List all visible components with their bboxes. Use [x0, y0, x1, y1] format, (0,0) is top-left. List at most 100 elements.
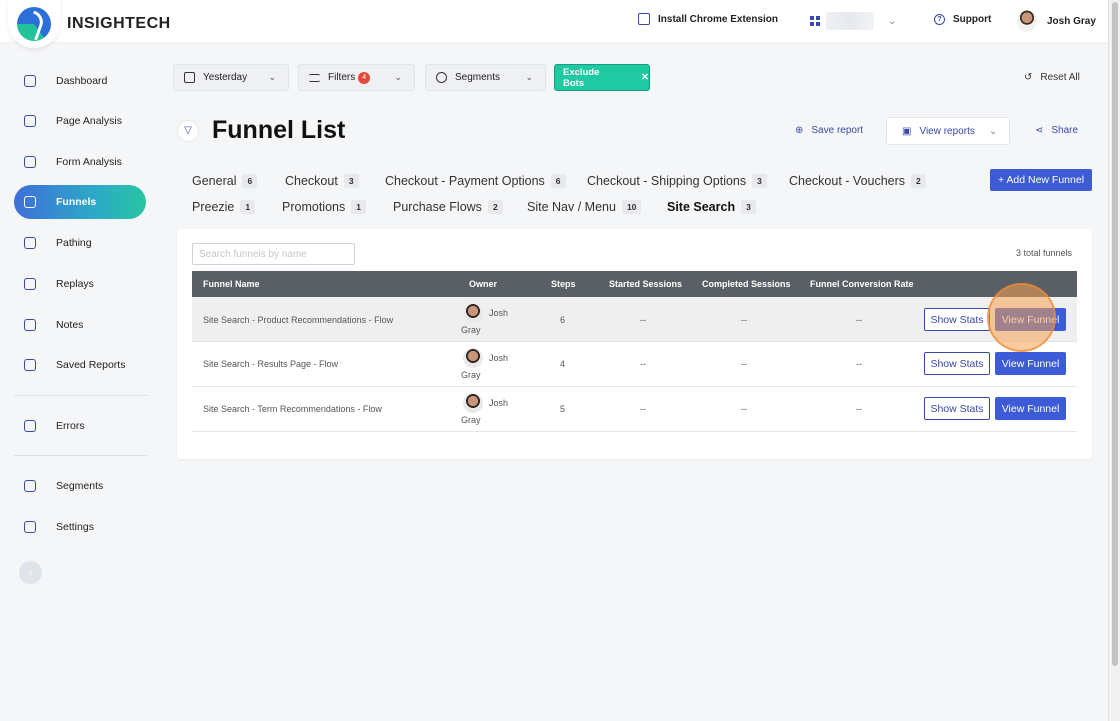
sidebar-item-dashboard[interactable]: Dashboard — [14, 64, 146, 98]
segments-dropdown[interactable]: Segments ⌄ — [425, 64, 546, 91]
table-row[interactable]: Site Search - Term Recommendations - Flo… — [192, 387, 1077, 432]
view-funnel-button[interactable]: View Funnel — [995, 397, 1066, 420]
show-stats-button[interactable]: Show Stats — [924, 397, 990, 420]
chevron-down-icon: ⌄ — [268, 72, 276, 82]
replays-icon — [24, 278, 36, 290]
sidebar-item-settings[interactable]: Settings — [14, 510, 146, 544]
show-stats-button[interactable]: Show Stats — [924, 308, 990, 331]
tab-general[interactable]: General 6 — [192, 174, 258, 188]
conversion-rate-value: -- — [856, 404, 862, 414]
tab-site-nav-menu[interactable]: Site Nav / Menu 10 — [527, 200, 642, 214]
show-stats-button[interactable]: Show Stats — [924, 352, 990, 375]
filter-icon — [309, 73, 320, 82]
sidebar-item-segments[interactable]: Segments — [14, 469, 146, 503]
bug-icon — [24, 420, 36, 432]
brand-name: INSIGHTECH — [67, 15, 171, 32]
column-header[interactable]: Owner — [469, 279, 497, 289]
sidebar-item-replays[interactable]: Replays — [14, 267, 146, 301]
view-funnel-button[interactable]: View Funnel — [995, 352, 1066, 375]
tab-promotions[interactable]: Promotions 1 — [282, 200, 366, 214]
chevron-down-icon: ⌄ — [888, 15, 897, 27]
chevron-down-icon: ⌄ — [394, 72, 402, 82]
tab-purchase-flows[interactable]: Purchase Flows 2 — [393, 200, 503, 214]
sidebar-item-funnels[interactable]: Funnels — [14, 185, 146, 219]
table-row[interactable]: Site Search - Product Recommendations - … — [192, 297, 1077, 342]
settings-icon — [24, 521, 36, 533]
date-range-selector[interactable]: Yesterday ⌄ — [173, 64, 289, 91]
tab-label: Site Nav / Menu — [527, 200, 616, 214]
filters-dropdown[interactable]: Filters 4 ⌄ — [298, 64, 415, 91]
sidebar-item-pathing[interactable]: Pathing — [14, 226, 146, 260]
column-header[interactable]: Steps — [551, 279, 576, 289]
save-report-button[interactable]: ⊕ Save report — [795, 125, 863, 136]
owner-first-name: Josh — [489, 308, 509, 318]
tab-count: 3 — [752, 174, 767, 188]
tab-label: Promotions — [282, 200, 346, 214]
tab-preezie[interactable]: Preezie 1 — [192, 200, 256, 214]
reset-icon: ↺ — [1024, 72, 1033, 83]
reset-all-button[interactable]: ↺ Reset All — [1024, 72, 1080, 83]
sidebar-item-form-analysis[interactable]: Form Analysis — [14, 145, 146, 179]
owner-last-name: Gray — [461, 415, 481, 425]
sidebar-item-label: Saved Reports — [56, 359, 126, 371]
column-header[interactable]: Funnel Name — [203, 279, 260, 289]
tab-count: 6 — [550, 174, 566, 188]
tab-checkout-payment-options[interactable]: Checkout - Payment Options 6 — [385, 174, 566, 188]
close-icon[interactable]: ✕ — [641, 72, 649, 83]
column-header[interactable]: Started Sessions — [609, 279, 682, 289]
steps-value: 4 — [560, 359, 566, 369]
tab-checkout-shipping-options[interactable]: Checkout - Shipping Options 3 — [587, 174, 767, 188]
tab-label: Preezie — [192, 200, 235, 214]
logo[interactable] — [8, 0, 60, 48]
column-header[interactable]: Completed Sessions — [702, 279, 791, 289]
puzzle-icon — [638, 13, 650, 25]
page-scrollbar[interactable] — [1108, 0, 1120, 721]
view-funnel-button[interactable]: View Funnel — [995, 308, 1066, 331]
owner-first-name: Josh — [489, 398, 509, 408]
install-extension-label: Install Chrome Extension — [658, 13, 779, 25]
share-label: Share — [1051, 125, 1079, 136]
total-funnels-count: 3 total funnels — [1016, 248, 1073, 258]
logo-icon — [17, 7, 51, 41]
conversion-rate-value: -- — [856, 359, 862, 369]
completed-sessions-value: -- — [741, 315, 747, 325]
funnel-name[interactable]: Site Search - Product Recommendations - … — [203, 315, 393, 325]
add-new-funnel-button[interactable]: + Add New Funnel — [990, 169, 1092, 191]
install-extension-link[interactable]: Install Chrome Extension — [638, 13, 778, 25]
sidebar-item-label: Form Analysis — [56, 156, 122, 168]
sidebar-item-page-analysis[interactable]: Page Analysis — [14, 104, 146, 138]
table-row[interactable]: Site Search - Results Page - Flow Josh G… — [192, 342, 1077, 387]
search-funnels-input[interactable] — [192, 243, 355, 265]
reset-all-label: Reset All — [1040, 72, 1080, 83]
sidebar-item-notes[interactable]: Notes — [14, 308, 146, 342]
owner-last-name: Gray — [461, 325, 481, 335]
filters-count-badge: 4 — [358, 71, 371, 84]
sidebar-item-errors[interactable]: Errors — [14, 409, 146, 443]
sidebar-item-saved-reports[interactable]: Saved Reports — [14, 348, 146, 382]
scroll-thumb[interactable] — [1112, 2, 1118, 666]
collapse-sidebar-button[interactable]: ‹ — [19, 561, 42, 584]
tab-site-search[interactable]: Site Search 3 — [667, 200, 756, 214]
tab-label: Purchase Flows — [393, 200, 482, 214]
share-button[interactable]: ⋖ Share — [1035, 125, 1078, 136]
started-sessions-value: -- — [640, 315, 646, 325]
funnel-name[interactable]: Site Search - Term Recommendations - Flo… — [203, 404, 382, 414]
tab-count: 6 — [242, 174, 258, 188]
plus-circle-icon: ⊕ — [795, 125, 804, 136]
tab-checkout-vouchers[interactable]: Checkout - Vouchers 2 — [789, 174, 926, 188]
tab-checkout[interactable]: Checkout 3 — [285, 174, 359, 188]
date-range-label: Yesterday — [203, 72, 248, 83]
user-menu[interactable]: Josh Gray — [1017, 10, 1096, 32]
exclude-bots-chip[interactable]: Exclude Bots ✕ — [554, 64, 650, 91]
sidebar-item-label: Notes — [56, 319, 84, 331]
view-reports-dropdown[interactable]: ▣ View reports ⌄ — [886, 117, 1010, 145]
owner-last-name: Gray — [461, 370, 481, 380]
user-avatar — [1017, 10, 1037, 32]
funnel-name[interactable]: Site Search - Results Page - Flow — [203, 359, 338, 369]
exclude-bots-label: Exclude Bots — [563, 66, 600, 89]
column-header[interactable]: Funnel Conversion Rate — [810, 279, 914, 289]
tab-count: 1 — [351, 200, 366, 214]
workspace-selector[interactable]: ⌄ — [810, 12, 896, 30]
share-icon: ⋖ — [1035, 125, 1044, 136]
support-link[interactable]: ? Support — [934, 14, 991, 25]
